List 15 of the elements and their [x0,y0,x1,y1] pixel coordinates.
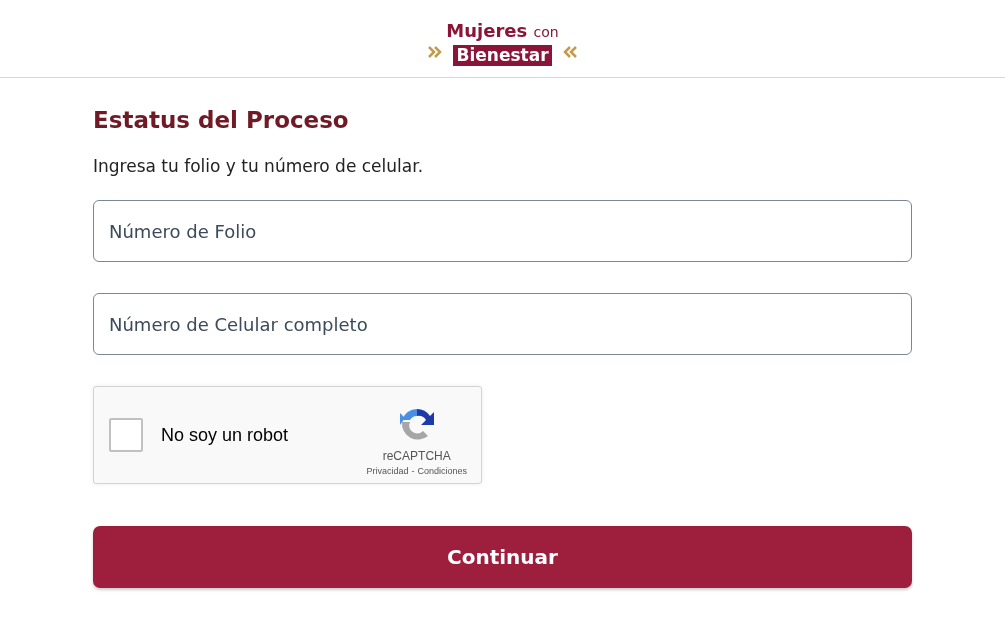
logo-label: Bienestar [453,44,552,66]
logo-text: Mujeres con [446,19,559,43]
separator-text: - [411,465,415,476]
input-field[interactable]: Número de Celular completo [93,293,912,355]
privacy-link[interactable]: Privacidad [366,465,409,476]
continue-button[interactable]: Continuar [93,526,912,588]
chevron-icon [428,45,443,58]
chevron-icon [562,45,577,58]
terms-link[interactable]: Condiciones [417,465,467,476]
page-title: Estatus del Proceso [93,106,350,135]
instructions-text: Ingresa tu folio y tu número de celular. [93,155,425,178]
checkbox-label: No soy un robot [161,424,290,446]
input-field[interactable]: Número de Folio [93,200,912,262]
captcha-brand: reCAPTCHA [382,448,451,463]
checkbox[interactable] [109,418,143,452]
